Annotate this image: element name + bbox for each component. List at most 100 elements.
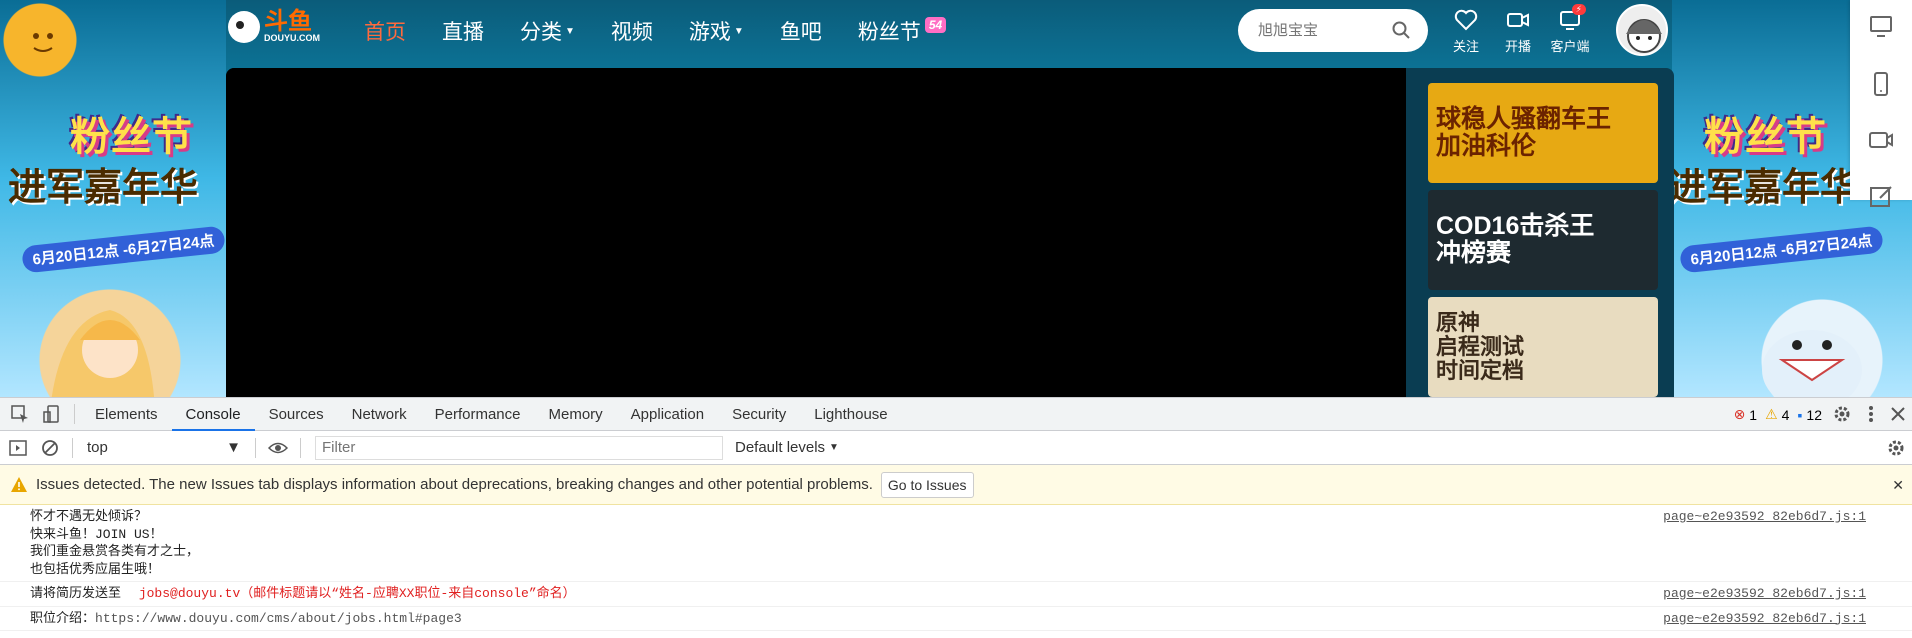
client-download-button[interactable]: ⚡ 客户端 (1544, 4, 1596, 55)
device-toolbar-icon[interactable] (42, 404, 62, 424)
tab-application[interactable]: Application (617, 398, 718, 431)
log-prefix: 请将简历发送至 (30, 586, 122, 601)
log-levels-dropdown[interactable]: Default levels ▼ (735, 439, 839, 456)
chevron-down-icon: ▼ (226, 439, 241, 456)
close-devtools-icon[interactable] (1890, 406, 1906, 422)
edit-icon (1870, 186, 1892, 207)
log-line: 怀才不遇无处倾诉？ (30, 509, 148, 524)
tab-network[interactable]: Network (338, 398, 421, 431)
nav-item-0[interactable]: 首页 (364, 16, 406, 46)
log-source-link[interactable]: page~e2e93592_82eb6d7.js:1 (1663, 585, 1866, 603)
message-icon: ▪ (1797, 406, 1803, 423)
side-pc-button[interactable] (1850, 0, 1912, 56)
nav-item-4[interactable]: 游戏 ▼ (689, 16, 744, 46)
log-entry: 怀才不遇无处倾诉？ 快来斗鱼！JOIN US！ 我们重金悬赏各类有才之士， 也包… (0, 505, 1912, 582)
sidebar-toggle-icon[interactable] (8, 438, 28, 458)
devtools-panel: Elements Console Sources Network Performance… (0, 397, 1912, 638)
start-stream-label: 开播 (1504, 39, 1531, 54)
context-selector[interactable]: top ▼ (79, 437, 249, 459)
more-options-icon[interactable] (1868, 404, 1874, 424)
live-player-area: 球稳人骚翻车王 加油科伦 COD16击杀王 冲榜赛 原神 启程测试 时间定档 (226, 68, 1674, 397)
chevron-down-icon: ▼ (829, 442, 839, 453)
promo-text-2: COD16击杀王 冲榜赛 (1436, 211, 1595, 267)
follow-button[interactable]: 关注 (1440, 8, 1492, 55)
nav-item-label: 游戏 (688, 21, 731, 44)
heart-icon (1454, 9, 1478, 31)
separator (74, 404, 75, 424)
nav-item-2[interactable]: 分类 ▼ (520, 16, 575, 46)
nav-item-3[interactable]: 视频 (611, 16, 653, 46)
nav-item-5[interactable]: 鱼吧 (780, 16, 822, 46)
issues-banner: Issues detected. The new Issues tab disp… (0, 465, 1912, 505)
festival-subtitle-right: 进军嘉年华 (1668, 167, 1859, 209)
tab-memory[interactable]: Memory (535, 398, 617, 431)
close-icon[interactable]: ✕ (1892, 477, 1904, 494)
monitor-icon (1870, 16, 1892, 37)
search-icon[interactable] (1392, 21, 1410, 39)
separator (72, 437, 73, 458)
warning-count: 4 (1781, 406, 1790, 423)
promo-card-1[interactable]: 球稳人骚翻车王 加油科伦 (1428, 83, 1658, 183)
inspect-element-icon[interactable] (10, 404, 30, 424)
camera-icon (1507, 13, 1529, 27)
video-player[interactable] (226, 68, 1406, 397)
tab-lighthouse[interactable]: Lighthouse (800, 398, 901, 431)
promo-card-2[interactable]: COD16击杀王 冲榜赛 (1428, 190, 1658, 290)
tab-performance[interactable]: Performance (421, 398, 535, 431)
logo-domain: DOUYU.COM (264, 33, 320, 43)
client-label: 客户端 (1550, 39, 1590, 54)
side-feedback-button[interactable] (1850, 168, 1912, 224)
side-video-button[interactable] (1850, 112, 1912, 168)
error-icon: ⊗ (1733, 406, 1746, 422)
festival-date: 6月20日12点 -6月27日24点 (21, 225, 226, 274)
console-settings-icon[interactable] (1886, 438, 1906, 458)
top-navigation: 斗鱼 DOUYU.COM 首页 直播 分类▼ 视频 游戏▼ 鱼吧 粉丝节54 关注 开播 ⚡ (0, 0, 1850, 60)
nav-item-6[interactable]: 粉丝节 54 (858, 16, 947, 46)
festival-date-right: 6月20日12点 -6月27日24点 (1679, 225, 1884, 274)
promo-card-3[interactable]: 原神 启程测试 时间定档 (1428, 297, 1658, 397)
log-source-link[interactable]: page~e2e93592_82eb6d7.js:1 (1663, 508, 1866, 526)
log-line: 也包括优秀应届生哦！ (30, 561, 161, 577)
settings-gear-icon[interactable] (1832, 404, 1852, 424)
video-camera-icon (1869, 132, 1893, 148)
nav-item-label: 首页 (364, 21, 406, 44)
console-messages: 怀才不遇无处倾诉？ 快来斗鱼！JOIN US！ 我们重金悬赏各类有才之士， 也包… (0, 505, 1912, 631)
log-source-link[interactable]: page~e2e93592_82eb6d7.js:1 (1663, 610, 1866, 628)
festival-title: 粉丝节 (70, 115, 193, 159)
log-email-text: jobs@douyu.tv（邮件标题请以“姓名-应聘XX职位-来自console… (138, 586, 576, 601)
log-line: 我们重金悬赏各类有才之士， (30, 544, 200, 559)
context-value: top (87, 439, 108, 456)
devtools-tab-bar: Elements Console Sources Network Performance… (0, 398, 1912, 431)
user-avatar[interactable] (1616, 4, 1668, 56)
jobs-link[interactable]: https://www.douyu.com/cms/about/jobs.htm… (95, 611, 462, 626)
issues-message: Issues detected. The new Issues tab disp… (36, 476, 873, 493)
live-expression-eye-icon[interactable] (268, 438, 288, 458)
anime-character-icon (51, 310, 155, 397)
nav-item-label: 鱼吧 (779, 21, 822, 44)
search-box[interactable] (1238, 9, 1428, 52)
separator (300, 437, 301, 458)
tab-elements[interactable]: Elements (81, 398, 172, 431)
error-count: 1 (1749, 406, 1758, 423)
nav-item-1[interactable]: 直播 (442, 16, 484, 46)
log-entry: 职位介绍：https://www.douyu.com/cms/about/job… (0, 607, 1912, 631)
douyu-logo[interactable]: 斗鱼 DOUYU.COM (228, 10, 320, 43)
log-entry: 请将简历发送至 jobs@douyu.tv（邮件标题请以“姓名-应聘XX职位-来… (0, 582, 1912, 607)
clear-console-icon[interactable] (40, 438, 60, 458)
promo-text-1: 球稳人骚翻车王 加油科伦 (1436, 104, 1612, 160)
search-input[interactable] (1258, 22, 1388, 39)
logo-text: 斗鱼 (264, 8, 312, 35)
tab-security[interactable]: Security (718, 398, 800, 431)
tab-sources[interactable]: Sources (255, 398, 338, 431)
go-to-issues-button[interactable]: Go to Issues (880, 471, 974, 498)
nav-item-label: 直播 (442, 21, 484, 44)
hot-badge: ⚡ (1571, 4, 1586, 15)
fish-logo-icon (228, 10, 260, 43)
issue-counters[interactable]: ⊗ 1 ⚠ 4 ▪ 12 (1734, 406, 1822, 423)
festival-badge: 54 (924, 17, 947, 33)
tab-console[interactable]: Console (171, 398, 255, 431)
side-mobile-button[interactable] (1850, 56, 1912, 112)
log-line: 快来斗鱼！JOIN US！ (30, 526, 163, 542)
filter-input[interactable] (315, 435, 723, 460)
start-stream-button[interactable]: 开播 (1492, 8, 1544, 55)
